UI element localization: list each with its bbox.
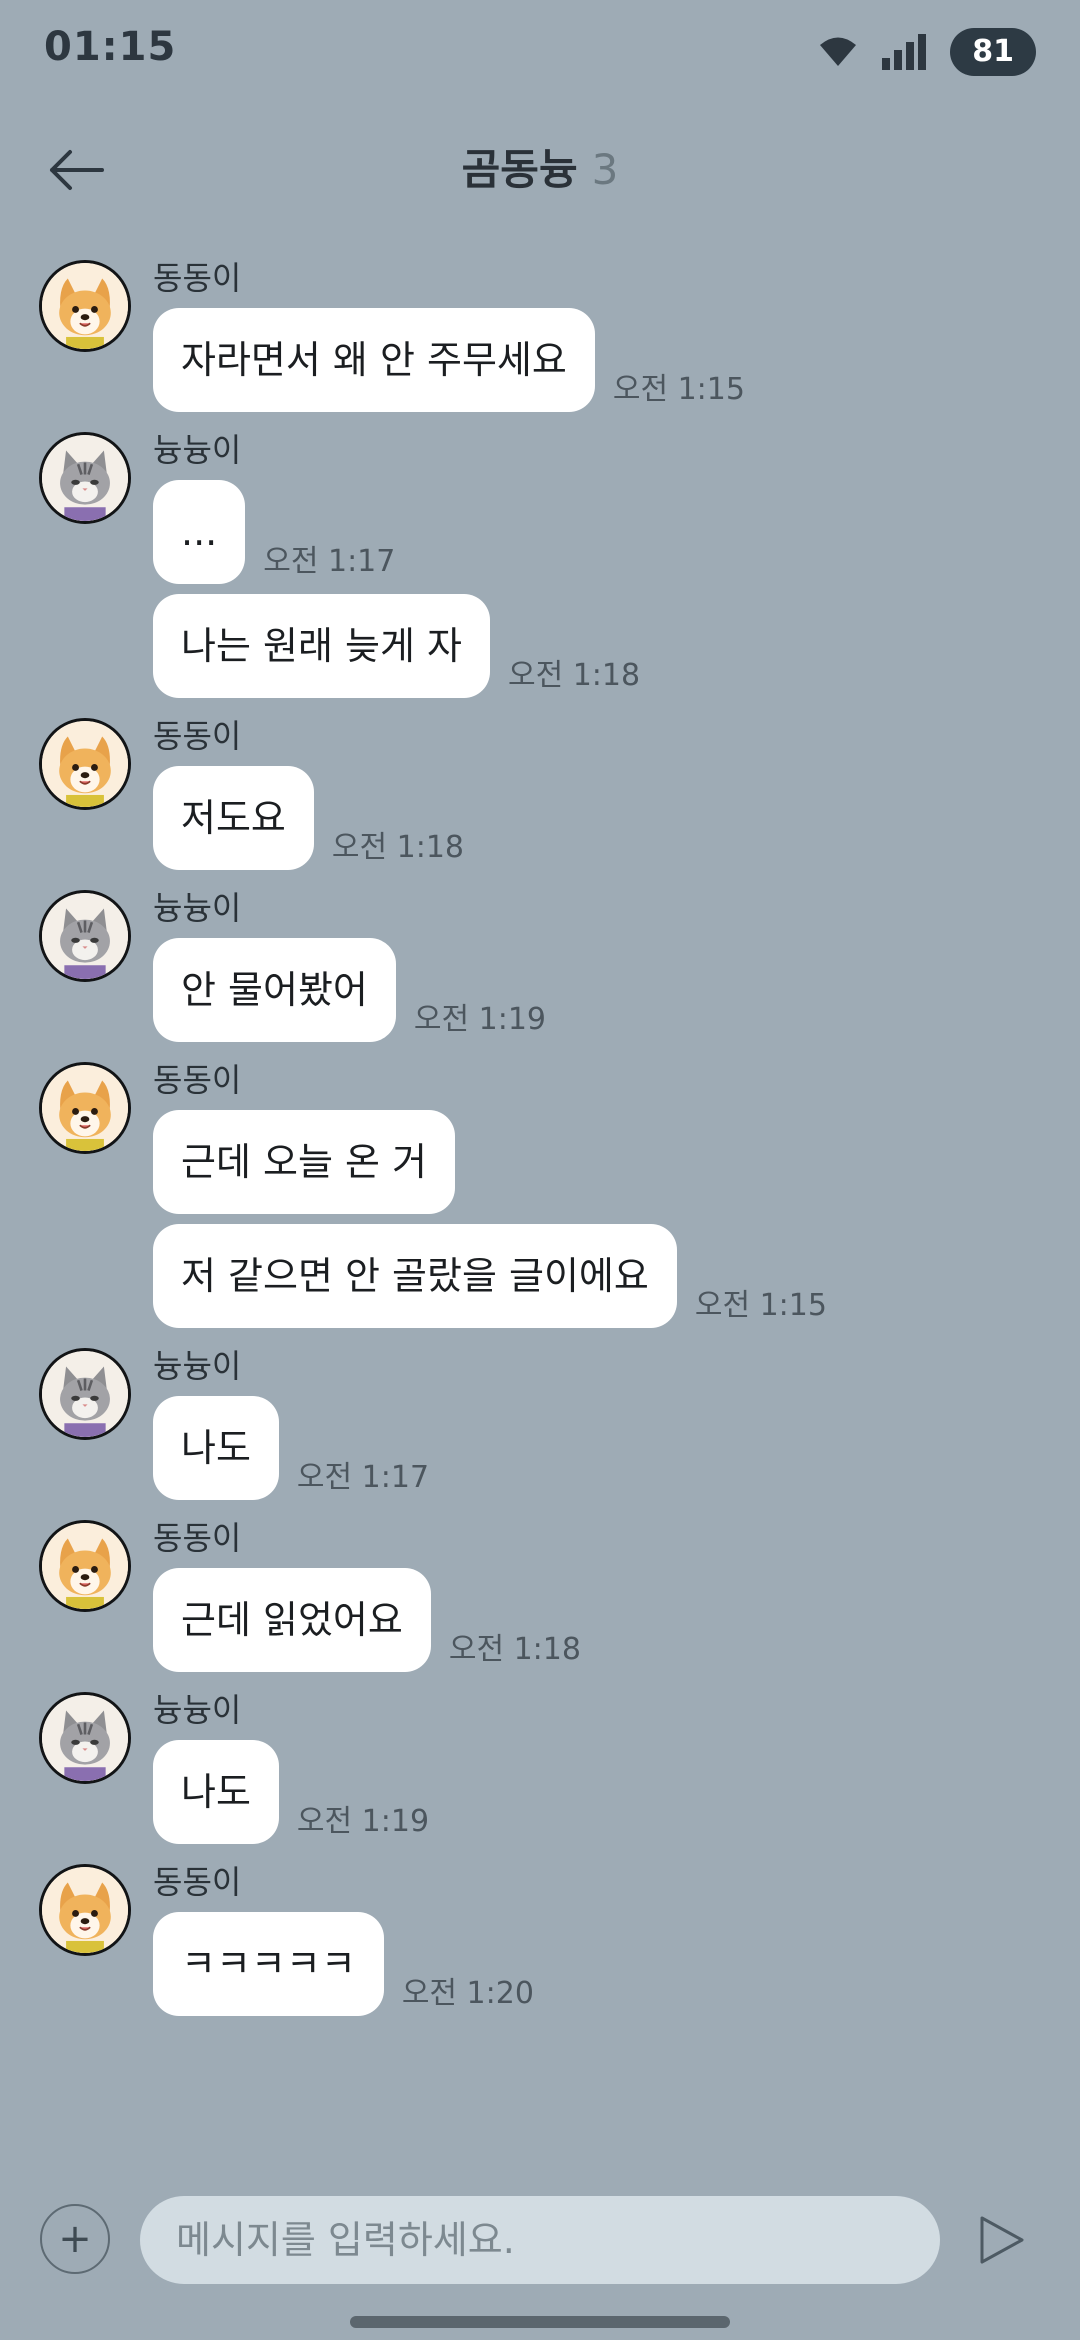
message-row: 저도요오전 1:18 — [153, 766, 1080, 870]
sender-name: 늉늉이 — [153, 889, 242, 927]
message-group: 늉늉이안 물어봤어오전 1:19 — [0, 888, 1080, 1042]
sender-name: 늉늉이 — [153, 1347, 242, 1385]
chat-header: 곰동늉 3 — [0, 110, 1080, 220]
message-row: 자라면서 왜 안 주무세요오전 1:15 — [153, 308, 1080, 412]
avatar-dog[interactable] — [39, 718, 131, 810]
message-time: 오전 1:19 — [413, 1002, 546, 1037]
message-input[interactable] — [140, 2196, 940, 2284]
plus-icon[interactable]: + — [40, 2204, 110, 2274]
message-row: 근데 읽었어요오전 1:18 — [153, 1568, 1080, 1672]
message-row: ... 오전 1:17 — [153, 480, 1080, 584]
room-name: 곰동늉 — [461, 145, 578, 194]
sender-name: 동동이 — [153, 1863, 242, 1901]
avatar-cat[interactable] — [39, 890, 131, 982]
message-bubble[interactable]: ㅋㅋㅋㅋㅋ — [153, 1912, 384, 2016]
status-time: 01:15 — [44, 24, 177, 70]
avatar-cat[interactable] — [39, 432, 131, 524]
message-time: 오전 1:15 — [694, 1288, 827, 1323]
message-time: 오전 1:17 — [296, 1460, 430, 1495]
message-time: 오전 1:17 — [263, 544, 396, 579]
message-group: 동동이저도요오전 1:18 — [0, 716, 1080, 870]
message-row: 안 물어봤어오전 1:19 — [153, 938, 1080, 1042]
message-time: 오전 1:18 — [331, 830, 464, 865]
message-group: 늉늉이... 오전 1:17 나는 원래 늦게 자 오전 1:18 — [0, 430, 1080, 698]
message-group: 늉늉이나도오전 1:17 — [0, 1346, 1080, 1500]
wifi-icon — [820, 37, 857, 66]
message-time: 오전 1:18 — [448, 1632, 581, 1667]
chat-title: 곰동늉 3 — [0, 136, 1080, 197]
message-bubble[interactable]: 자라면서 왜 안 주무세요 — [153, 308, 595, 412]
message-time: 오전 1:19 — [296, 1804, 430, 1839]
avatar-dog[interactable] — [39, 1864, 131, 1956]
avatar-dog[interactable] — [39, 260, 131, 352]
input-bar: + — [0, 2180, 1080, 2290]
message-row: 나도오전 1:17 — [153, 1396, 1080, 1500]
message-row: 나도오전 1:19 — [153, 1740, 1080, 1844]
message-bubble[interactable]: ... — [153, 480, 246, 584]
avatar-dog[interactable] — [39, 1520, 131, 1612]
message-bubble[interactable]: 근데 오늘 온 거 — [153, 1110, 455, 1214]
message-bubble[interactable]: 저 같으면 안 골랐을 글이에요 — [153, 1224, 677, 1328]
sender-name: 늉늉이 — [153, 1691, 242, 1729]
sender-name: 늉늉이 — [153, 431, 242, 469]
message-group: 늉늉이나도오전 1:19 — [0, 1690, 1080, 1844]
message-bubble[interactable]: 나도 — [153, 1396, 279, 1500]
signal-icon — [882, 34, 927, 70]
message-row: 저 같으면 안 골랐을 글이에요오전 1:15 — [153, 1224, 1080, 1328]
home-indicator — [350, 2316, 730, 2328]
sender-name: 동동이 — [153, 259, 242, 297]
message-bubble[interactable]: 근데 읽었어요 — [153, 1568, 431, 1672]
sender-name: 동동이 — [153, 1061, 242, 1099]
message-group: 동동이근데 읽었어요오전 1:18 — [0, 1518, 1080, 1672]
avatar-cat[interactable] — [39, 1692, 131, 1784]
message-time: 오전 1:20 — [401, 1976, 534, 2011]
avatar-cat[interactable] — [39, 1348, 131, 1440]
battery-indicator: 81 — [950, 28, 1036, 76]
message-group: 동동이 ㅋㅋㅋㅋㅋ 오전 1:20 — [0, 1862, 1080, 2016]
avatar-dog[interactable] — [39, 1062, 131, 1154]
sender-name: 동동이 — [153, 717, 242, 755]
member-count: 3 — [591, 145, 619, 194]
message-bubble[interactable]: 나는 원래 늦게 자 — [153, 594, 490, 698]
status-bar: 01:15 81 — [0, 0, 1080, 100]
message-row: 근데 오늘 온 거 — [153, 1110, 1080, 1214]
message-bubble[interactable]: 안 물어봤어 — [153, 938, 396, 1042]
status-icons: 81 — [818, 28, 1036, 76]
message-time: 오전 1:18 — [507, 658, 641, 693]
send-icon[interactable] — [978, 2214, 1026, 2266]
message-group: 동동이자라면서 왜 안 주무세요오전 1:15 — [0, 258, 1080, 412]
message-row: 나는 원래 늦게 자오전 1:18 — [153, 594, 1080, 698]
message-time: 오전 1:15 — [612, 372, 745, 407]
message-bubble[interactable]: 저도요 — [153, 766, 314, 870]
message-list[interactable]: 동동이 자라면서 왜 안 주무세요 오전 1:15 늉늉이... 오전 1:17 나는 … — [0, 258, 1080, 2034]
message-row: ㅋㅋㅋㅋㅋ 오전 1:20 — [153, 1912, 1080, 2016]
message-group: 동동이근데 오늘 온 거저 같으면 안 골랐을 글이에요오전 1:15 — [0, 1060, 1080, 1328]
sender-name: 동동이 — [153, 1519, 242, 1557]
message-bubble[interactable]: 나도 — [153, 1740, 279, 1844]
